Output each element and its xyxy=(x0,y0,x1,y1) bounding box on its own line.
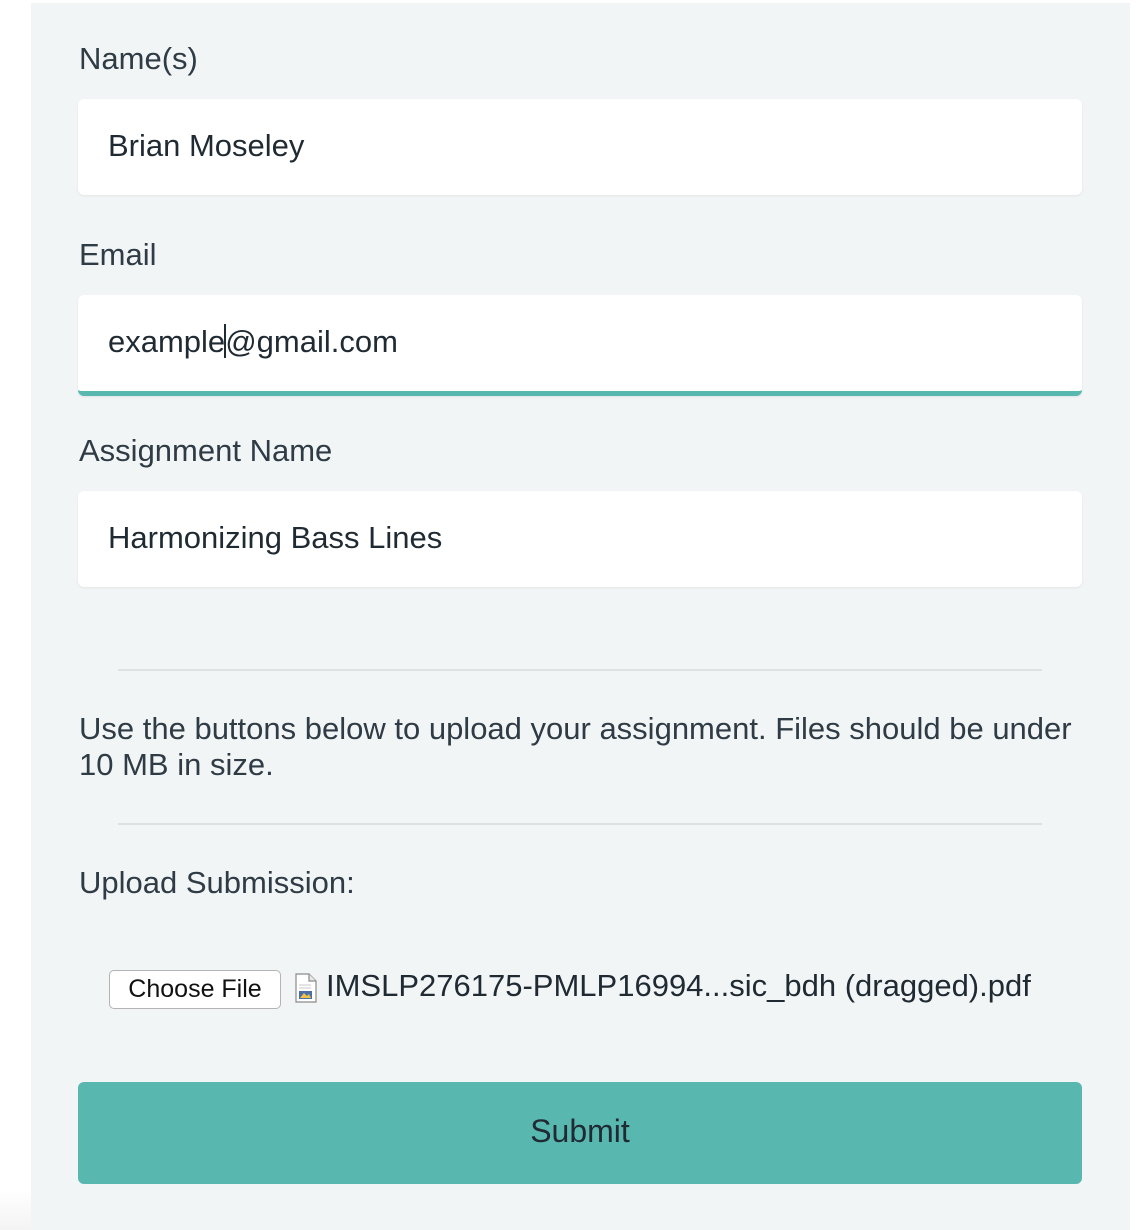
names-label: Name(s) xyxy=(79,41,198,76)
divider-bottom xyxy=(118,823,1042,825)
pdf-file-icon xyxy=(295,973,317,1003)
assignment-name-input[interactable]: Harmonizing Bass Lines xyxy=(78,491,1082,587)
names-input[interactable]: Brian Moseley xyxy=(78,99,1082,195)
assignment-label: Assignment Name xyxy=(79,433,333,468)
choose-file-button[interactable]: Choose File xyxy=(109,970,281,1009)
names-input-value: Brian Moseley xyxy=(108,128,305,163)
submit-button[interactable]: Submit xyxy=(78,1082,1082,1184)
email-input[interactable]: example@gmail.com xyxy=(78,295,1082,396)
page-bottom-shade xyxy=(0,1190,31,1230)
upload-label: Upload Submission: xyxy=(79,865,355,900)
assignment-input-value: Harmonizing Bass Lines xyxy=(108,520,443,555)
email-value-end: @gmail.com xyxy=(225,324,398,359)
email-label: Email xyxy=(79,237,157,272)
email-value-start: example xyxy=(108,324,226,359)
divider-top xyxy=(118,669,1042,671)
email-input-value: example@gmail.com xyxy=(108,324,398,360)
upload-instructions: Use the buttons below to upload your ass… xyxy=(79,711,1072,782)
page-edge xyxy=(1130,0,1146,1230)
selected-file-name: IMSLP276175-PMLP16994...sic_bdh (dragged… xyxy=(326,968,1031,1003)
